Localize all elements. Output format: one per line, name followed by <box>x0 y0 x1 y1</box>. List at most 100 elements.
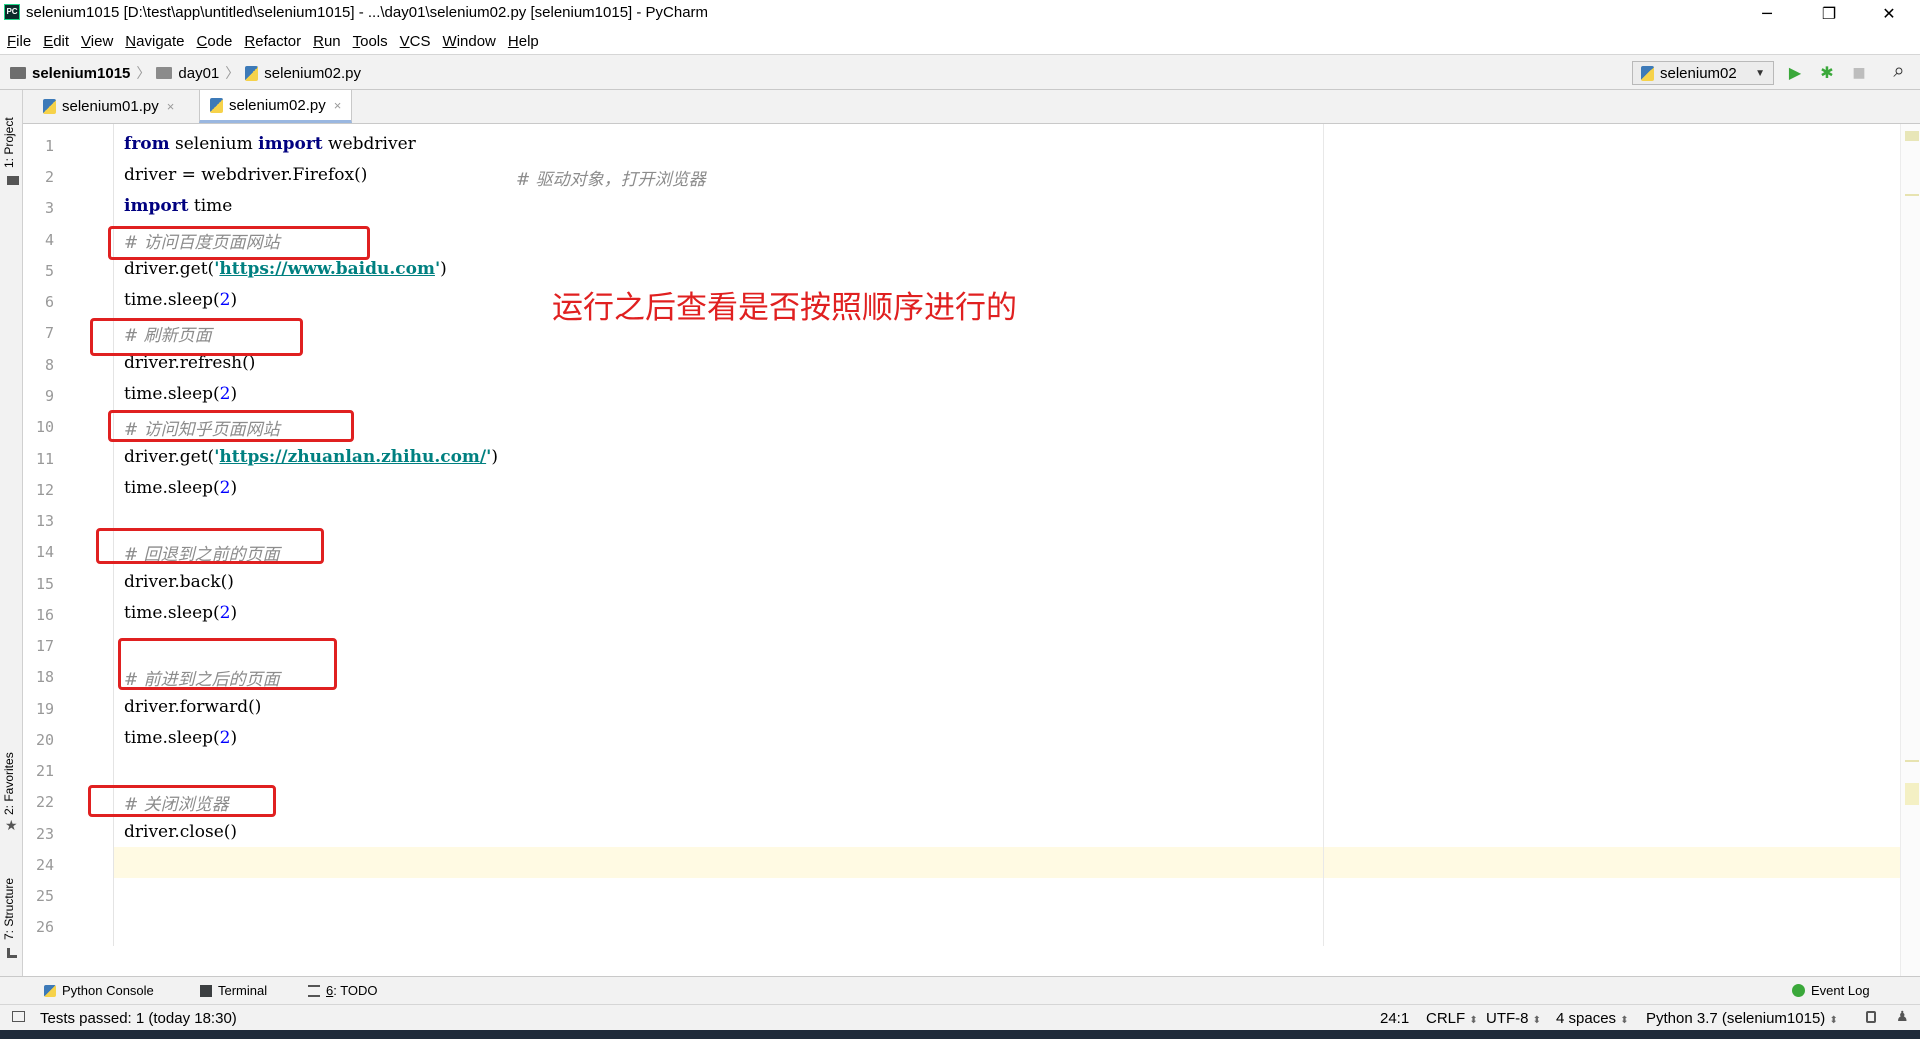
breadcrumb: selenium1015 〉 day01 〉 selenium02.py <box>10 63 361 83</box>
scroll-marker[interactable] <box>1905 194 1919 196</box>
menu-run[interactable]: Run <box>306 33 346 50</box>
status-indent[interactable]: 4 spaces ⬍ <box>1556 1010 1629 1027</box>
tool-tab-label: : TODO <box>333 983 378 998</box>
line-number: 3 <box>44 199 54 217</box>
folder-icon <box>7 176 19 185</box>
structure-icon <box>7 948 17 958</box>
code-line-20: time.sleep(2) <box>124 728 238 748</box>
menu-navigate[interactable]: Navigate <box>118 33 189 50</box>
star-icon: ★ <box>5 818 18 834</box>
line-number: 2 <box>44 168 54 186</box>
tool-tab-python-console[interactable]: Python Console <box>44 983 154 998</box>
menu-view[interactable]: View <box>74 33 118 50</box>
menu-vcs[interactable]: VCS <box>393 33 436 50</box>
chevron-right-icon: 〉 <box>225 65 240 81</box>
line-number: 11 <box>35 450 54 468</box>
toggle-tool-windows-icon[interactable] <box>12 1011 25 1022</box>
editor-scrollbar[interactable] <box>1900 124 1920 976</box>
menu-code[interactable]: Code <box>190 33 238 50</box>
run-button[interactable]: ▶ <box>1786 64 1804 82</box>
python-file-icon <box>245 65 259 81</box>
breadcrumb-folder[interactable]: day01 <box>178 65 219 82</box>
tool-tab-label: Terminal <box>218 983 268 998</box>
status-caret-position[interactable]: 24:1 <box>1380 1010 1409 1027</box>
status-interpreter[interactable]: Python 3.7 (selenium1015) ⬍ <box>1646 1010 1838 1027</box>
lock-icon[interactable] <box>1866 1011 1876 1023</box>
line-number: 24 <box>35 856 54 874</box>
line-number: 23 <box>35 825 54 843</box>
annotation-box <box>108 410 354 442</box>
code-line-5: driver.get('https://www.baidu.com') <box>124 259 447 279</box>
line-number: 7 <box>44 324 54 342</box>
menu-file[interactable]: File <box>0 33 36 50</box>
tool-tab-terminal[interactable]: Terminal <box>200 983 267 998</box>
menu-help[interactable]: Help <box>501 33 544 50</box>
terminal-icon <box>200 984 212 997</box>
tab-selenium02[interactable]: selenium02.py × <box>199 90 353 123</box>
line-number: 13 <box>35 512 54 530</box>
inspector-icon[interactable]: ♟ <box>1896 1009 1909 1025</box>
inspection-marker[interactable] <box>1905 131 1919 141</box>
status-line-separator[interactable]: CRLF ⬍ <box>1426 1010 1478 1027</box>
minimize-button[interactable]: ─ <box>1744 0 1790 28</box>
run-config-select[interactable]: selenium02 ▼ <box>1632 61 1774 85</box>
line-number: 8 <box>44 356 54 374</box>
annotation-box <box>118 638 337 690</box>
tool-tab-structure[interactable]: 7: Structure <box>2 878 16 940</box>
status-tests-passed[interactable]: Tests passed: 1 (today 18:30) <box>40 1010 237 1027</box>
line-number: 6 <box>44 293 54 311</box>
code-line-23: driver.close() <box>124 822 238 842</box>
code-line-3: import time <box>124 196 233 216</box>
line-number: 25 <box>35 887 54 905</box>
breadcrumb-file[interactable]: selenium02.py <box>264 65 361 82</box>
debug-button[interactable]: ✱ <box>1818 64 1836 82</box>
python-file-icon <box>1641 65 1654 81</box>
line-number: 20 <box>35 731 54 749</box>
annotation-text: 运行之后查看是否按照顺序进行的 <box>552 290 1017 326</box>
code-line-6: time.sleep(2) <box>124 290 238 310</box>
close-window-button[interactable]: ✕ <box>1866 0 1912 28</box>
close-tab-icon[interactable]: × <box>334 98 342 113</box>
tool-tab-mnemonic: 6 <box>326 983 334 998</box>
line-number: 19 <box>35 700 54 718</box>
left-tool-strip: 1: Project 2: Favorites ★ 7: Structure <box>0 90 23 976</box>
menu-edit[interactable]: Edit <box>36 33 74 50</box>
status-bar: Tests passed: 1 (today 18:30) 24:1 CRLF … <box>0 1004 1920 1030</box>
menu-refactor[interactable]: Refactor <box>237 33 306 50</box>
breadcrumb-project[interactable]: selenium1015 <box>32 65 130 82</box>
restore-button[interactable]: ❐ <box>1806 0 1852 28</box>
search-everywhere-icon[interactable]: ⌕ <box>1890 60 1908 80</box>
stop-button[interactable]: ■ <box>1850 64 1868 82</box>
run-config-label: selenium02 <box>1660 64 1737 82</box>
line-number: 14 <box>35 543 54 561</box>
current-line-highlight <box>114 847 1900 878</box>
line-number: 15 <box>35 575 54 593</box>
title-bar: PC selenium1015 [D:\test\app\untitled\se… <box>0 0 1920 28</box>
annotation-box <box>88 785 276 817</box>
tool-tab-label: Event Log <box>1811 983 1870 998</box>
link-baidu[interactable]: https://www.baidu.com <box>219 259 435 279</box>
tool-tab-event-log[interactable]: Event Log <box>1792 983 1870 998</box>
status-encoding[interactable]: UTF-8 ⬍ <box>1486 1010 1541 1027</box>
annotation-box <box>108 226 370 260</box>
navigation-bar: selenium1015 〉 day01 〉 selenium02.py sel… <box>0 54 1920 90</box>
code-line-15: driver.back() <box>124 572 234 592</box>
event-log-icon <box>1792 984 1805 997</box>
tool-tab-project[interactable]: 1: Project <box>2 117 16 168</box>
tab-selenium01[interactable]: selenium01.py × <box>33 90 184 123</box>
link-zhihu[interactable]: https://zhuanlan.zhihu.com/ <box>219 447 486 467</box>
tool-tab-favorites[interactable]: 2: Favorites <box>2 752 16 815</box>
code-line-16: time.sleep(2) <box>124 603 238 623</box>
code-line-1: from selenium import webdriver <box>124 134 416 154</box>
scroll-marker[interactable] <box>1905 783 1919 805</box>
code-line-19: driver.forward() <box>124 697 262 717</box>
close-tab-icon[interactable]: × <box>167 99 175 114</box>
line-number: 9 <box>44 387 54 405</box>
os-taskbar-edge <box>0 1030 1920 1039</box>
tool-tab-todo[interactable]: 6: TODO <box>308 983 378 998</box>
editor-tab-bar: selenium01.py × selenium02.py × <box>23 90 1920 124</box>
line-number: 1 <box>44 137 54 155</box>
scroll-marker[interactable] <box>1905 760 1919 762</box>
menu-tools[interactable]: Tools <box>346 33 393 50</box>
menu-window[interactable]: Window <box>436 33 501 50</box>
